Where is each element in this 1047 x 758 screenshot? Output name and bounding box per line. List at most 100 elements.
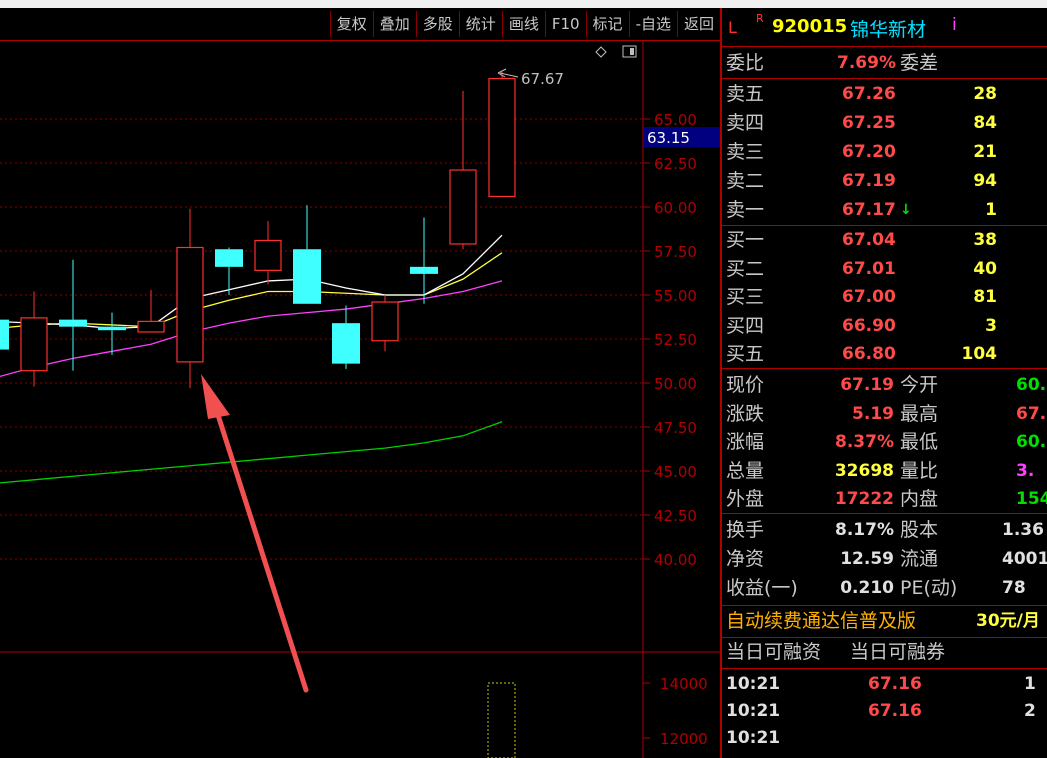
fundamental-label: 换手 <box>726 519 765 541</box>
bid-price: 66.80 <box>842 344 896 364</box>
toolbar-button-remove-watchlist[interactable]: -自选 <box>628 11 677 37</box>
bid-label: 买三 <box>726 286 765 308</box>
ma-line-ma-mid <box>0 252 503 329</box>
toolbar-button-back[interactable]: 返回 <box>676 11 720 37</box>
candle[interactable] <box>176 208 204 389</box>
ask-volume: 21 <box>973 142 997 162</box>
price-axis: 65.00 62.50 60.00 57.50 55.00 52.50 50.00 47.50… <box>643 111 697 569</box>
fundamental-row: 净资 12.59 流通 4001 <box>722 545 1047 573</box>
price-axis-label: 52.50 <box>654 331 697 349</box>
quote-label: 外盘 <box>726 488 765 510</box>
candle[interactable] <box>137 289 165 333</box>
candle[interactable] <box>332 305 360 369</box>
quote-value: 32698 <box>834 460 894 481</box>
candle-group <box>0 72 516 389</box>
bid-price: 66.90 <box>842 315 896 336</box>
candle[interactable] <box>254 221 282 285</box>
bid-label: 买五 <box>726 343 765 365</box>
toolbar-button-draw-line[interactable]: 画线 <box>501 11 545 37</box>
quote-value: 8.37% <box>835 432 894 452</box>
candlestick-chart[interactable]: 65.00 62.50 60.00 57.50 55.00 52.50 50.00 47.50… <box>0 40 720 758</box>
volume-axis: 14000 12000 <box>643 675 708 748</box>
candle[interactable] <box>59 259 87 371</box>
fundamental-value: 1.36 <box>1002 520 1044 540</box>
divider <box>722 368 1047 369</box>
tick-time: 10:21 <box>726 674 781 694</box>
quote-value: 60. <box>1016 375 1047 395</box>
toolbar-button-fuquan[interactable]: 复权 <box>329 11 373 37</box>
quote-row: 现价 67.19 今开 60. <box>722 371 1047 399</box>
ask-row: 卖二 67.19 94 <box>722 167 1047 195</box>
candle-body <box>293 249 321 304</box>
ask-label: 卖三 <box>726 141 765 163</box>
bid-volume: 3 <box>985 315 997 336</box>
candle-body <box>59 319 87 327</box>
kline-chart-area[interactable]: 65.00 62.50 60.00 57.50 55.00 52.50 50.00 47.50… <box>0 40 720 758</box>
price-axis-label: 50.00 <box>654 375 697 393</box>
diamond-icon[interactable] <box>595 46 607 58</box>
toolbar-button-multi-stock[interactable]: 多股 <box>415 11 459 37</box>
price-axis-label: 60.00 <box>654 199 697 217</box>
stock-name: 锦华新材 <box>850 19 927 41</box>
window-top-strip <box>0 0 1047 8</box>
bid-row: 买五 66.80 104 <box>722 340 1047 368</box>
fundamental-row: 收益(一) 0.210 PE(动) 78 <box>722 574 1047 602</box>
fundamental-value: 12.59 <box>840 549 894 569</box>
stock-header[interactable]: L R 920015 锦华新材 i <box>722 8 1047 47</box>
ask-price: 67.17 <box>842 200 896 220</box>
ask-row: 卖三 67.20 21 <box>722 138 1047 166</box>
toolbar-button-statistics[interactable]: 统计 <box>458 11 502 37</box>
price-axis-label: 40.00 <box>654 551 697 569</box>
quote-label: 涨跌 <box>726 402 765 425</box>
ask-label: 卖一 <box>726 199 765 221</box>
bid-volume: 104 <box>961 344 998 364</box>
toolbar-button-overlay[interactable]: 叠加 <box>372 11 416 37</box>
ma-line-ma-vlong <box>0 421 503 484</box>
divider <box>722 668 1047 669</box>
quote-row: 总量 32698 量比 3. <box>722 457 1047 485</box>
panel-toggle-icon[interactable] <box>622 45 637 58</box>
toolbar-button-mark[interactable]: 标记 <box>585 11 629 37</box>
toolbar-button-f10[interactable]: F10 <box>544 11 586 37</box>
candle[interactable] <box>98 312 126 355</box>
margin-row: 当日可融资 当日可融券 <box>722 638 1047 666</box>
chart-controls[interactable] <box>595 45 637 58</box>
candle[interactable] <box>20 291 48 387</box>
candle[interactable] <box>293 205 321 304</box>
volume-axis-label: 14000 <box>660 675 708 693</box>
fundamental-label: 收益(一) <box>726 577 798 599</box>
bid-volume: 38 <box>973 230 997 250</box>
promo-text: 自动续费通达信普及版 <box>726 610 917 632</box>
chart-grid <box>0 118 643 560</box>
promo-banner[interactable]: 自动续费通达信普及版 30元/月 <box>722 607 1047 635</box>
bid-price: 67.04 <box>842 230 896 250</box>
quote-label: 总量 <box>726 459 765 482</box>
quote-row: 涨跌 5.19 最高 67. <box>722 400 1047 428</box>
bid-label: 买四 <box>726 314 765 337</box>
weibi-row: 委比 7.69% 委差 <box>722 49 1047 77</box>
fundamental-value: 78 <box>1002 578 1026 598</box>
ask-price: 67.19 <box>842 171 896 191</box>
candle[interactable] <box>371 295 399 352</box>
candle-body <box>254 239 282 271</box>
price-axis-label: 57.50 <box>654 243 697 261</box>
ask-price: 67.25 <box>842 113 896 133</box>
promo-price: 30元/月 <box>976 611 1040 631</box>
candle[interactable] <box>449 90 477 250</box>
tick-volume: 2 <box>1024 701 1036 721</box>
info-icon[interactable]: i <box>952 15 957 35</box>
ask-volume: 94 <box>973 171 997 191</box>
bid-row: 买三 67.00 81 <box>722 283 1047 311</box>
bid-price: 67.01 <box>842 258 896 279</box>
high-marker-arrow-icon <box>497 68 519 78</box>
bid-row: 买四 66.90 3 <box>722 312 1047 340</box>
fundamental-value: 0.210 <box>840 578 894 598</box>
volume-bar <box>487 682 516 758</box>
fundamental-label: 净资 <box>726 548 765 570</box>
ask-price: 67.26 <box>842 84 896 104</box>
quote-label: 最低 <box>900 431 939 453</box>
tick-row: 10:21 67.16 1 <box>722 670 1047 698</box>
candle[interactable] <box>488 72 516 198</box>
down-arrow-icon: ↓ <box>900 202 912 218</box>
candle[interactable] <box>0 313 9 359</box>
